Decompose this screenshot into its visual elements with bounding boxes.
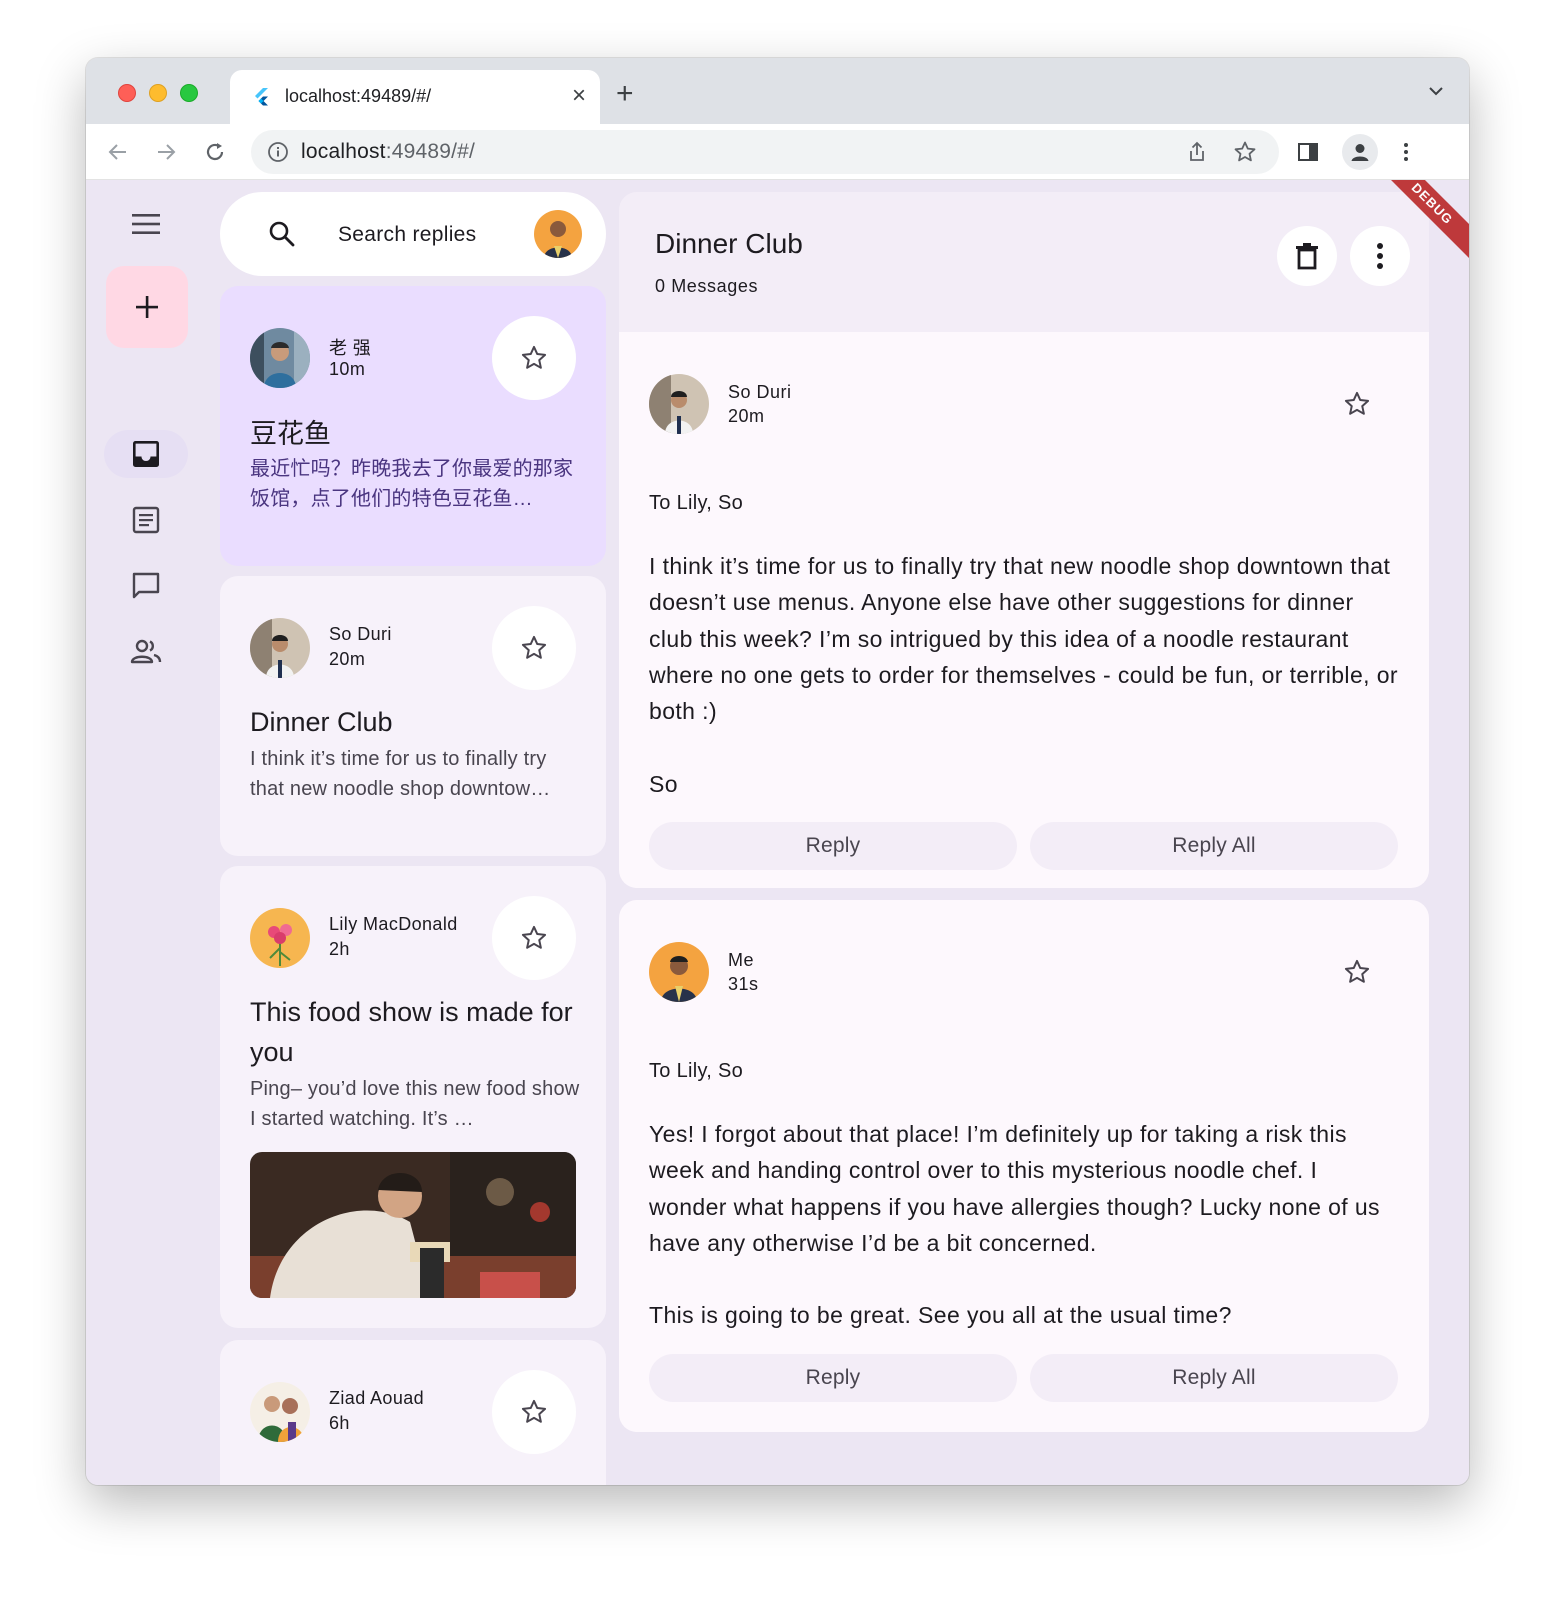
reload-icon[interactable] bbox=[201, 138, 229, 166]
sent-time: 20m bbox=[728, 406, 765, 426]
article-icon bbox=[132, 506, 160, 534]
sender-name: Ziad Aouad bbox=[329, 1388, 425, 1408]
avatar bbox=[649, 942, 709, 1002]
star-icon[interactable] bbox=[1343, 390, 1371, 418]
message: So Duri 20m To Lily, So I think it’s tim… bbox=[619, 332, 1429, 888]
star-icon bbox=[521, 1399, 547, 1423]
address-bar[interactable]: localhost:49489/#/ bbox=[251, 130, 1279, 174]
inbox-icon bbox=[133, 441, 159, 467]
star-icon bbox=[521, 345, 547, 369]
reply-all-button[interactable]: Reply All bbox=[1030, 822, 1398, 870]
email-preview: Ping– you’d love this new food show I st… bbox=[250, 1078, 580, 1130]
avatar bbox=[250, 328, 310, 388]
email-card[interactable]: Lily MacDonald 2h This food show is made… bbox=[220, 866, 606, 1328]
sent-time: 31s bbox=[728, 974, 759, 994]
more-options-button[interactable] bbox=[1350, 226, 1410, 286]
email-preview: I think it’s time for us to finally try … bbox=[250, 748, 551, 800]
browser-tab[interactable]: localhost:49489/#/ × bbox=[230, 70, 600, 124]
message-count: 0 Messages bbox=[655, 276, 759, 296]
tab-strip: localhost:49489/#/ × + bbox=[86, 58, 1469, 124]
message-body: I think it’s time for us to finally try … bbox=[649, 553, 1398, 797]
star-button[interactable] bbox=[492, 1370, 576, 1454]
search-placeholder[interactable]: Search replies bbox=[338, 223, 476, 247]
avatar bbox=[250, 908, 310, 968]
url-text: localhost:49489/#/ bbox=[301, 140, 476, 163]
tab-title: localhost:49489/#/ bbox=[285, 86, 432, 106]
message: Me 31s To Lily, So Yes! I forgot about t… bbox=[619, 900, 1429, 1432]
back-icon[interactable] bbox=[104, 138, 132, 166]
sender-name: Me bbox=[728, 950, 755, 970]
attachment-image[interactable] bbox=[250, 1152, 576, 1298]
sent-time: 10m bbox=[329, 359, 366, 379]
minimize-window-button[interactable] bbox=[149, 84, 167, 102]
chat-icon bbox=[132, 572, 160, 599]
avatar bbox=[250, 618, 310, 678]
tab-close-icon[interactable]: × bbox=[572, 82, 586, 110]
browser-toolbar: localhost:49489/#/ bbox=[86, 124, 1469, 180]
star-icon[interactable] bbox=[1343, 958, 1371, 986]
new-tab-button[interactable]: + bbox=[616, 78, 634, 110]
chevron-down-icon[interactable] bbox=[1427, 82, 1445, 100]
star-icon bbox=[521, 925, 547, 949]
star-button[interactable] bbox=[492, 606, 576, 690]
contacts-icon bbox=[130, 639, 162, 664]
sender-name: Lily MacDonald bbox=[329, 914, 458, 934]
sent-time: 6h bbox=[329, 1413, 350, 1433]
search-bar[interactable]: Search replies bbox=[220, 192, 606, 276]
recipients: To Lily, So bbox=[649, 1060, 744, 1082]
maximize-window-button[interactable] bbox=[180, 84, 198, 102]
sent-time: 20m bbox=[329, 649, 366, 669]
close-window-button[interactable] bbox=[118, 84, 136, 102]
reply-button[interactable]: Reply bbox=[649, 822, 1017, 870]
email-preview: 最近忙吗？昨晚我去了你最爱的那家饭馆，点了他们的特色豆花鱼… bbox=[250, 458, 574, 510]
info-icon[interactable] bbox=[267, 141, 289, 163]
browser-menu-icon[interactable] bbox=[1392, 138, 1420, 166]
email-card[interactable]: Ziad Aouad 6h bbox=[220, 1340, 606, 1485]
rail-item-contacts[interactable] bbox=[104, 628, 188, 676]
search-icon bbox=[269, 221, 295, 247]
email-subject: Dinner Club bbox=[250, 707, 393, 737]
sent-time: 2h bbox=[329, 939, 350, 959]
side-panel-icon[interactable] bbox=[1294, 138, 1322, 166]
thread-header: Dinner Club 0 Messages bbox=[619, 192, 1429, 332]
sender-name: 老 强 bbox=[329, 338, 372, 358]
thread-title: Dinner Club bbox=[655, 228, 803, 259]
sender-name: So Duri bbox=[329, 624, 392, 644]
user-avatar[interactable] bbox=[534, 210, 582, 258]
avatar bbox=[250, 1382, 310, 1442]
delete-button[interactable] bbox=[1277, 226, 1337, 286]
share-icon[interactable] bbox=[1183, 138, 1211, 166]
recipients: To Lily, So bbox=[649, 492, 744, 514]
star-button[interactable] bbox=[492, 896, 576, 980]
delete-icon bbox=[1296, 243, 1318, 270]
star-icon bbox=[521, 635, 547, 659]
compose-button[interactable] bbox=[106, 266, 188, 348]
flutter-icon bbox=[255, 88, 268, 106]
rail-item-articles[interactable] bbox=[104, 496, 188, 544]
sender-name: So Duri bbox=[728, 382, 792, 402]
avatar bbox=[649, 374, 709, 434]
browser-window: localhost:49489/#/ × + localhost:49489/#… bbox=[86, 58, 1469, 1485]
more-vert-icon bbox=[1377, 243, 1383, 269]
message-body: Yes! I forgot about that place! I’m defi… bbox=[649, 1121, 1380, 1329]
email-card[interactable]: 老 强 10m 豆花鱼 最近忙吗？昨晚我去了你最爱的那家饭馆，点了他们的特色豆花… bbox=[220, 286, 606, 566]
email-subject: 豆花鱼 bbox=[250, 419, 331, 449]
app-content: Search replies 老 强 10m 豆花鱼 最近忙吗？昨晚我去了你最爱… bbox=[86, 180, 1469, 1485]
rail-item-chat[interactable] bbox=[104, 562, 188, 610]
reply-button[interactable]: Reply bbox=[649, 1354, 1017, 1402]
bookmark-star-icon[interactable] bbox=[1231, 138, 1259, 166]
email-subject: This food show is made for you bbox=[250, 997, 573, 1067]
rail-item-inbox[interactable] bbox=[104, 430, 188, 478]
menu-icon[interactable] bbox=[130, 208, 162, 240]
forward-icon[interactable] bbox=[152, 138, 180, 166]
email-card[interactable]: So Duri 20m Dinner Club I think it’s tim… bbox=[220, 576, 606, 856]
profile-icon[interactable] bbox=[1342, 134, 1378, 170]
star-button[interactable] bbox=[492, 316, 576, 400]
reply-all-button[interactable]: Reply All bbox=[1030, 1354, 1398, 1402]
add-icon bbox=[136, 296, 158, 318]
